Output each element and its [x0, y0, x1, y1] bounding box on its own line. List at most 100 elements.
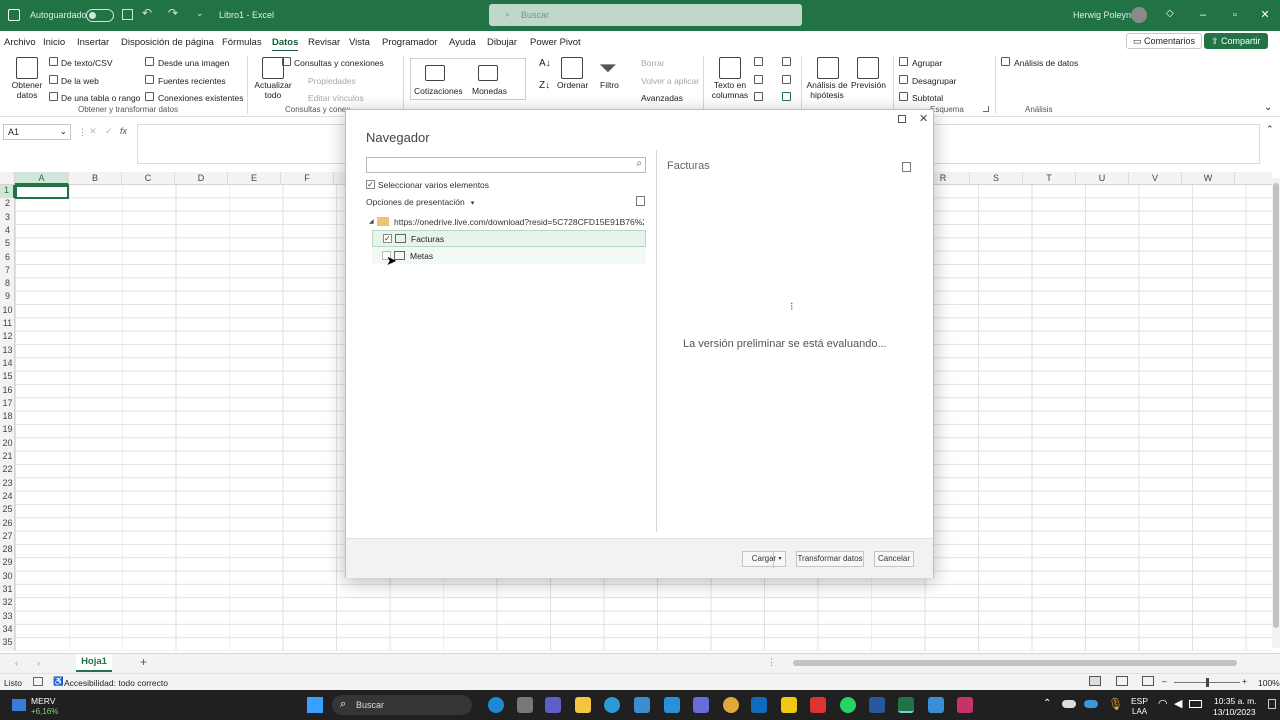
onedrive-icon[interactable] — [1062, 700, 1076, 708]
cancel-button[interactable]: Cancelar — [874, 551, 914, 567]
row-header-3[interactable]: 3 — [0, 212, 15, 225]
data-validation-icon[interactable] — [754, 92, 763, 101]
horizontal-scroll-thumb[interactable] — [793, 660, 1237, 666]
acrobat-icon[interactable] — [810, 697, 826, 713]
sort-az-icon[interactable]: A↓ — [539, 58, 551, 69]
language-label[interactable]: ESP — [1131, 696, 1148, 706]
row-header-14[interactable]: 14 — [0, 358, 15, 371]
store-icon[interactable] — [634, 697, 650, 713]
row-header-27[interactable]: 27 — [0, 531, 15, 544]
row-header-20[interactable]: 20 — [0, 438, 15, 451]
row-header-22[interactable]: 22 — [0, 464, 15, 477]
export-preview-icon[interactable] — [902, 162, 911, 172]
display-options-dropdown[interactable]: Opciones de presentación ▾ — [366, 197, 474, 207]
accessibility-status[interactable]: Accesibilidad: todo correcto — [64, 678, 168, 688]
row-header-31[interactable]: 31 — [0, 584, 15, 597]
forecast-sheet-button[interactable]: Previsión — [851, 80, 886, 90]
refresh-all-button[interactable]: Actualizar todo — [254, 80, 292, 100]
row-header-13[interactable]: 13 — [0, 345, 15, 358]
edge-icon[interactable] — [488, 697, 504, 713]
tab-programador[interactable]: Programador — [382, 37, 437, 48]
facturas-checkbox[interactable]: ✓ — [383, 234, 392, 243]
share-button[interactable]: ⇪ Compartir — [1204, 33, 1268, 49]
column-header-f[interactable]: F — [281, 172, 334, 185]
outline-settings-icon[interactable] — [983, 106, 989, 112]
row-header-10[interactable]: 10 — [0, 305, 15, 318]
row-header-23[interactable]: 23 — [0, 478, 15, 491]
close-icon[interactable]: ✕ — [1258, 8, 1272, 22]
from-table-button[interactable]: De una tabla o rango — [61, 93, 140, 103]
tab-archivo[interactable]: Archivo — [4, 37, 36, 48]
redo-icon[interactable]: ↷ — [168, 6, 178, 20]
consolidate-icon[interactable] — [782, 57, 791, 66]
from-image-button[interactable]: Desde una imagen — [158, 58, 229, 68]
comments-button[interactable]: ▭ Comentarios — [1126, 33, 1203, 49]
refresh-preview-icon[interactable] — [636, 196, 645, 206]
name-box[interactable]: A1 ⌄ — [3, 124, 71, 140]
remove-duplicates-icon[interactable] — [754, 75, 763, 84]
get-data-button[interactable]: Obtener datos — [8, 80, 46, 100]
prev-sheet-icon[interactable]: ‹ — [15, 658, 18, 668]
row-header-18[interactable]: 18 — [0, 411, 15, 424]
expand-formula-icon[interactable]: ⌃ — [1266, 124, 1274, 135]
onedrive-blue-icon[interactable] — [1084, 700, 1098, 708]
row-header-1[interactable]: 1 — [0, 185, 15, 199]
normal-view-icon[interactable] — [1089, 676, 1101, 686]
transform-data-button[interactable]: Transformar datos — [796, 551, 864, 567]
existing-connections-button[interactable]: Conexiones existentes — [158, 93, 244, 103]
task-view-icon[interactable] — [517, 697, 533, 713]
volume-icon[interactable]: ◀ — [1174, 697, 1182, 710]
row-header-4[interactable]: 4 — [0, 225, 15, 238]
filter-button[interactable]: Filtro — [600, 80, 619, 90]
subtotal-button[interactable]: Subtotal — [912, 93, 943, 103]
from-web-button[interactable]: De la web — [61, 76, 99, 86]
taskbar-search[interactable]: ⌕ Buscar — [332, 695, 472, 715]
row-header-17[interactable]: 17 — [0, 398, 15, 411]
wifi-icon[interactable]: ◠ — [1158, 697, 1168, 710]
zoom-level[interactable]: 100% — [1258, 678, 1280, 688]
clear-button[interactable]: Borrar — [641, 58, 665, 68]
recent-sources-button[interactable]: Fuentes recientes — [158, 76, 226, 86]
column-header-a[interactable]: A — [15, 172, 69, 185]
notepad-icon[interactable] — [928, 697, 944, 713]
row-header-7[interactable]: 7 — [0, 265, 15, 278]
relationships-icon[interactable] — [782, 75, 791, 84]
reapply-button[interactable]: Volver a aplicar — [641, 76, 699, 86]
tab-formulas[interactable]: Fórmulas — [222, 37, 262, 48]
enter-formula-icon[interactable]: ✓ — [105, 126, 113, 137]
row-header-2[interactable]: 2 — [0, 198, 15, 211]
tree-collapse-icon[interactable]: ◢ — [369, 218, 374, 225]
page-break-view-icon[interactable] — [1142, 676, 1154, 686]
chrome-icon[interactable] — [723, 697, 739, 713]
tray-chevron-icon[interactable]: ⌃ — [1043, 698, 1051, 709]
navigator-search-input[interactable]: ⌕ — [366, 157, 646, 173]
row-header-35[interactable]: 35 — [0, 637, 15, 650]
tab-dibujar[interactable]: Dibujar — [487, 37, 517, 48]
tab-revisar[interactable]: Revisar — [308, 37, 340, 48]
load-dropdown-icon[interactable]: ▾ — [773, 552, 786, 568]
add-sheet-button[interactable]: + — [140, 655, 147, 669]
search-box[interactable]: ⌕ Buscar — [489, 4, 802, 26]
row-header-15[interactable]: 15 — [0, 371, 15, 384]
tree-item-metas[interactable]: Metas — [372, 247, 646, 264]
data-model-icon[interactable] — [782, 92, 791, 101]
premium-diamond-icon[interactable]: ◇ — [1166, 8, 1174, 19]
vertical-scroll-thumb[interactable] — [1273, 183, 1279, 628]
row-header-11[interactable]: 11 — [0, 318, 15, 331]
collapse-ribbon-icon[interactable]: ⌄ — [1264, 102, 1272, 113]
source-url[interactable]: https://onedrive.live.com/download?resid… — [394, 217, 644, 227]
multi-select-checkbox[interactable]: ✓ — [366, 180, 375, 189]
column-header-b[interactable]: B — [69, 172, 122, 185]
ungroup-button[interactable]: Desagrupar — [912, 76, 956, 86]
row-header-33[interactable]: 33 — [0, 611, 15, 624]
next-sheet-icon[interactable]: › — [37, 658, 40, 668]
group-button[interactable]: Agrupar — [912, 58, 942, 68]
column-header-t[interactable]: T — [1023, 172, 1076, 185]
row-header-28[interactable]: 28 — [0, 544, 15, 557]
row-header-21[interactable]: 21 — [0, 451, 15, 464]
what-if-button[interactable]: Análisis de hipótesis — [806, 80, 848, 100]
tab-vista[interactable]: Vista — [349, 37, 370, 48]
notification-icon[interactable] — [1268, 699, 1276, 709]
row-header-26[interactable]: 26 — [0, 518, 15, 531]
column-header-v[interactable]: V — [1129, 172, 1182, 185]
